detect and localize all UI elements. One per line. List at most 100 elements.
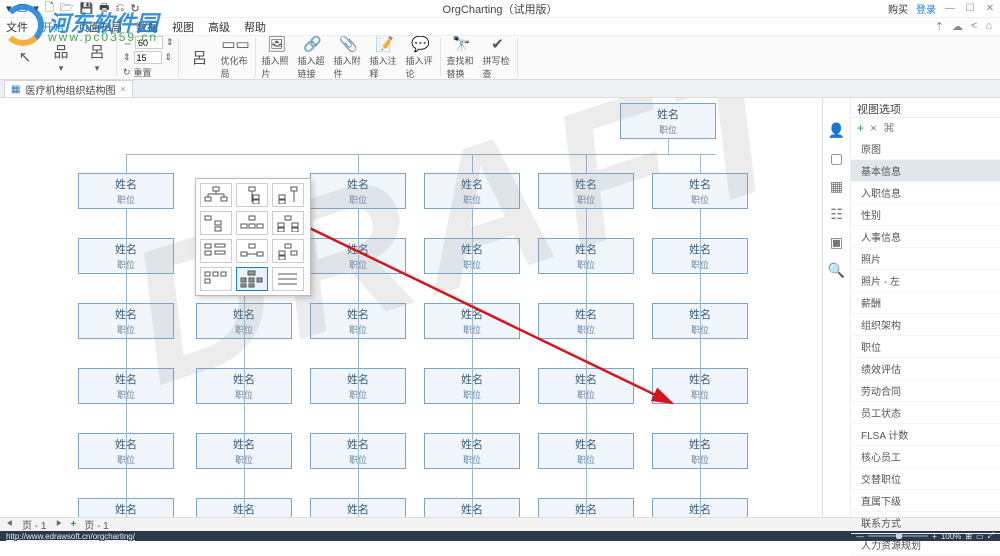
layout-option-12[interactable] — [272, 267, 304, 291]
insert-photo-button[interactable]: 🖼插入照片 — [262, 39, 292, 77]
qat-save-icon[interactable]: 💾 — [79, 2, 93, 15]
status-url-link[interactable]: http://www.edrawsoft.cn/orgcharting/ — [6, 532, 135, 541]
layout-option-4[interactable] — [200, 211, 232, 235]
org-chart-node[interactable]: 姓名职位 — [78, 173, 174, 209]
view-option-item[interactable]: 人事信息 — [851, 226, 1000, 248]
addparent-button[interactable]: 呂 — [185, 39, 215, 77]
reset-spacing[interactable]: 重置 — [134, 66, 152, 79]
layout-option-9[interactable] — [272, 239, 304, 263]
close-button[interactable]: ✕ — [984, 3, 996, 14]
view-option-item[interactable]: 性别 — [851, 204, 1000, 226]
menu-page-layout[interactable]: 页面布局 — [78, 19, 122, 35]
hspacing-input[interactable] — [135, 36, 163, 49]
org-chart-node[interactable]: 姓名职位 — [620, 103, 716, 139]
share-icon[interactable]: < — [971, 20, 977, 33]
vspacing-input[interactable] — [134, 51, 162, 64]
layout-option-10[interactable] — [200, 267, 232, 291]
view-option-item[interactable]: 绩效评估 — [851, 358, 1000, 380]
layout-option-8[interactable] — [236, 239, 268, 263]
tab-close-button[interactable]: × — [120, 84, 125, 94]
layout-option-3[interactable] — [272, 183, 304, 207]
page-add-button[interactable]: + — [70, 519, 76, 530]
home-icon[interactable]: ⌂ — [985, 20, 992, 33]
optimize-layout-button[interactable]: ▭▭优化布局 — [221, 39, 251, 77]
side-icon-card[interactable]: 👤 — [828, 122, 846, 140]
layout-option-1[interactable] — [200, 183, 232, 207]
menu-advanced[interactable]: 高级 — [208, 19, 230, 35]
qat-new-icon[interactable]: ☐ — [18, 2, 28, 15]
view-option-item[interactable]: 劳动合同 — [851, 380, 1000, 402]
fullscreen-icon[interactable]: ⤢ — [988, 531, 994, 541]
qat-menu-icon[interactable]: ▾ — [6, 2, 12, 15]
maximize-button[interactable]: ☐ — [964, 3, 976, 14]
minimize-button[interactable]: — — [944, 3, 956, 14]
zoom-in-button[interactable]: + — [932, 532, 937, 541]
cloud-icon[interactable]: ☁ — [952, 20, 963, 33]
layout-option-11-selected[interactable] — [236, 267, 268, 291]
layout-option-6[interactable] — [272, 211, 304, 235]
view-option-item[interactable]: 交替职位 — [851, 468, 1000, 490]
side-icon-search[interactable]: 🔍 — [828, 262, 846, 280]
menu-start[interactable]: 开始 — [42, 19, 64, 35]
view-option-item[interactable]: 入职信息 — [851, 182, 1000, 204]
layout-option-7[interactable] — [200, 239, 232, 263]
view-mode-2-icon[interactable]: ▭ — [976, 532, 984, 541]
view-option-item[interactable]: 员工状态 — [851, 402, 1000, 424]
menu-file[interactable]: 文件 — [6, 19, 28, 35]
qat-newdoc-icon[interactable]: 🗋 — [45, 0, 54, 18]
layout-option-5[interactable] — [236, 211, 268, 235]
qat-dd-icon[interactable]: ▾ — [33, 2, 39, 15]
view-mode-1-icon[interactable]: ⊞ — [965, 532, 972, 541]
canvas-area[interactable]: 姓名职位姓名职位姓名职位姓名职位姓名职位姓名职位姓名职位姓名职位姓名职位姓名职位… — [0, 98, 822, 517]
cursor-tool[interactable]: ↖ — [10, 39, 40, 77]
view-option-item[interactable]: 原图 — [851, 138, 1000, 160]
qat-redo-icon[interactable]: ↻ — [130, 2, 139, 15]
menu-data[interactable]: 数据 — [136, 19, 158, 35]
page-next-button[interactable]: ⯈ — [54, 519, 62, 530]
view-option-item[interactable]: 核心员工 — [851, 446, 1000, 468]
zoom-out-button[interactable]: — — [856, 532, 864, 541]
menu-help[interactable]: 帮助 — [244, 19, 266, 35]
view-option-item[interactable]: 照片 - 左 — [851, 270, 1000, 292]
page-label[interactable]: 页 - 1 — [22, 517, 46, 532]
insert-hyperlink-button[interactable]: 🔗插入超链接 — [298, 39, 328, 77]
side-icon-grid[interactable]: ▦ — [828, 178, 846, 196]
spellcheck-button[interactable]: ✔拼写检查 — [483, 39, 513, 77]
insert-note-button[interactable]: 📝插入注释 — [370, 39, 400, 77]
document-tab[interactable]: ▦ 医疗机构组织结构图 × — [4, 80, 133, 97]
qat-undo-icon[interactable]: ⎌ — [116, 2, 125, 15]
qat-print-icon[interactable]: 🖶 — [99, 0, 109, 18]
menu-view[interactable]: 视图 — [172, 19, 194, 35]
find-replace-button[interactable]: 🔭查找和替换 — [447, 39, 477, 77]
org-chart-node[interactable]: 姓名职位 — [424, 173, 520, 209]
view-option-item[interactable]: 照片 — [851, 248, 1000, 270]
panel-add-button[interactable]: + — [857, 121, 864, 135]
zoom-slider[interactable] — [868, 535, 928, 537]
buy-link[interactable]: 购买 — [888, 1, 908, 16]
org-chart-node[interactable]: 姓名职位 — [310, 173, 406, 209]
view-option-item[interactable]: 薪酬 — [851, 292, 1000, 314]
layout-dropdown[interactable]: 品▾ — [46, 39, 76, 77]
view-option-item[interactable]: 职位 — [851, 336, 1000, 358]
side-icon-data[interactable]: ☷ — [828, 206, 846, 224]
login-link[interactable]: 登录 — [916, 1, 936, 16]
upload-icon[interactable]: ⇡ — [935, 20, 944, 33]
insert-comment-button[interactable]: 💬插入评论 — [406, 39, 436, 77]
side-icon-box[interactable]: ▣ — [828, 234, 846, 252]
view-option-item[interactable]: FLSA 计数 — [851, 424, 1000, 446]
layout-option-2[interactable] — [236, 183, 268, 207]
qat-open-icon[interactable]: 🗁 — [60, 0, 74, 18]
panel-close-button[interactable]: × — [870, 121, 877, 135]
view-option-item[interactable]: 组织架构 — [851, 314, 1000, 336]
view-option-item[interactable]: 直属下级 — [851, 490, 1000, 512]
sublayout-dropdown[interactable]: 呂▾ — [82, 39, 112, 77]
org-chart-node[interactable]: 姓名职位 — [652, 173, 748, 209]
page-prev-button[interactable]: ⯇ — [6, 519, 14, 530]
reset-icon: ↻ — [123, 67, 131, 78]
page-secondary-label[interactable]: 页 - 1 — [84, 517, 108, 532]
panel-link-button[interactable]: ⌘ — [883, 121, 895, 135]
org-chart-node[interactable]: 姓名职位 — [538, 173, 634, 209]
insert-attachment-button[interactable]: 📎插入附件 — [334, 39, 364, 77]
view-option-item[interactable]: 基本信息 — [851, 160, 1000, 182]
side-icon-shape[interactable]: ▢ — [828, 150, 846, 168]
